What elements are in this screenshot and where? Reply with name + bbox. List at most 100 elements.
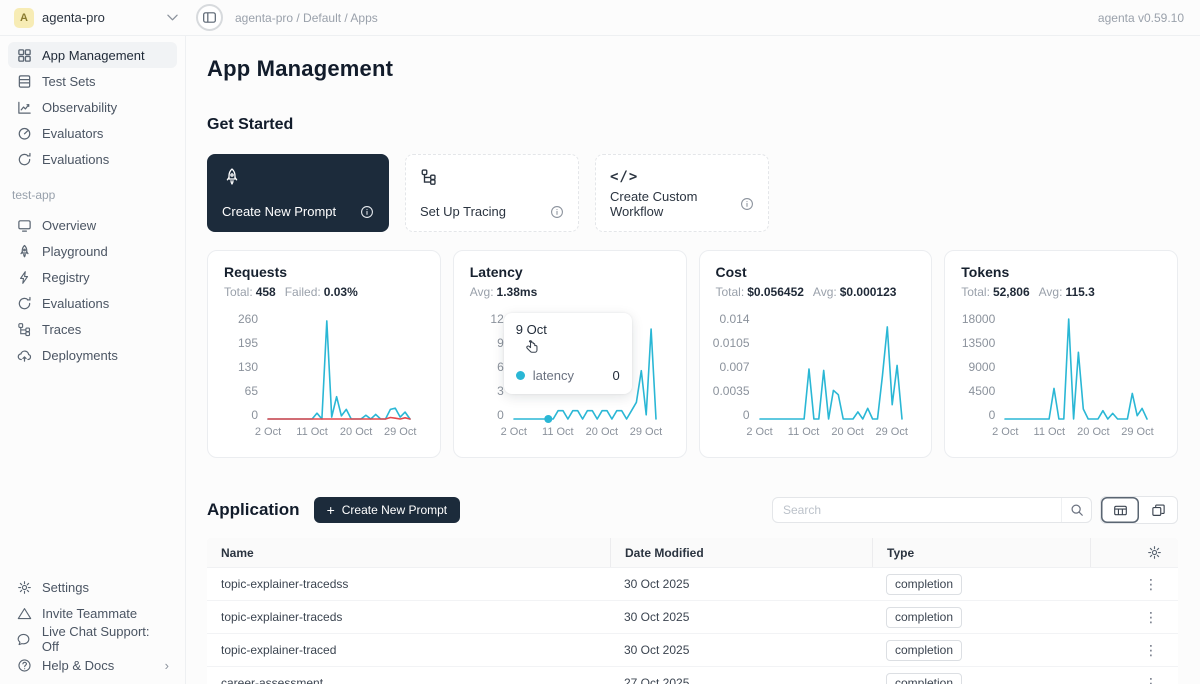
sidebar-item-app-management[interactable]: App Management [8, 42, 177, 68]
sidebar-item-overview[interactable]: Overview [8, 212, 177, 238]
sidebar-item-deployments[interactable]: Deployments [8, 342, 177, 368]
app-name: topic-explainer-traced [207, 643, 610, 657]
sidebar-item-label: Overview [42, 218, 96, 233]
sidebar-item-label: Traces [42, 322, 81, 337]
sidebar-item-help-docs[interactable]: Help & Docs › [8, 652, 177, 678]
type-badge: completion [886, 640, 962, 661]
sidebar-item-registry[interactable]: Registry [8, 264, 177, 290]
grid-icon [16, 48, 32, 63]
latency-chart-card: Latency Avg:1.38ms 129630 2 Oct11 Oct20 … [453, 250, 687, 458]
gauge-icon [16, 126, 32, 141]
workspace-selector[interactable]: A agenta-pro [0, 8, 186, 28]
sidebar-group-label: test-app [8, 172, 177, 212]
tree-icon [420, 167, 564, 187]
table-row[interactable]: topic-explainer-traceds 30 Oct 2025 comp… [207, 601, 1178, 634]
hand-cursor-icon [524, 338, 620, 356]
sidebar-item-label: Observability [42, 100, 117, 115]
code-icon: </> [610, 169, 638, 185]
table-view-icon [1113, 503, 1128, 518]
tooltip-date: 9 Oct [516, 322, 620, 337]
cost-chart-card: Cost Total:$0.056452Avg:$0.000123 0.0140… [699, 250, 933, 458]
breadcrumb[interactable]: agenta-pro / Default / Apps [235, 11, 378, 25]
sidebar-item-observability[interactable]: Observability [8, 94, 177, 120]
create-new-prompt-button[interactable]: + Create New Prompt [314, 497, 461, 523]
series-dot-icon [516, 371, 525, 380]
view-toggle [1100, 496, 1178, 524]
chart-title: Tokens [961, 264, 1161, 280]
bolt-icon [16, 270, 32, 285]
kebab-menu-icon[interactable]: ⋮ [1090, 609, 1178, 626]
search-icon[interactable] [1061, 498, 1091, 522]
sidebar-item-label: App Management [42, 48, 145, 63]
chart-stats: Total:458Failed:0.03% [224, 285, 424, 299]
sidebar-item-label: Deployments [42, 348, 118, 363]
column-header-type: Type [872, 538, 1090, 567]
app-name: topic-explainer-traceds [207, 610, 610, 624]
rocket-icon [16, 244, 32, 259]
table-view-button[interactable] [1101, 497, 1139, 523]
line-chart: 260195130650 2 Oct11 Oct20 Oct29 Oct [224, 312, 424, 422]
date-modified: 27 Oct 2025 [610, 676, 872, 684]
sidebar-item-evaluations-app[interactable]: Evaluations [8, 290, 177, 316]
app-name: topic-explainer-tracedss [207, 577, 610, 591]
sidebar-item-label: Registry [42, 270, 90, 285]
kebab-menu-icon[interactable]: ⋮ [1090, 576, 1178, 593]
sidebar-item-traces[interactable]: Traces [8, 316, 177, 342]
sidebar-item-evaluations[interactable]: Evaluations [8, 146, 177, 172]
sidebar-item-label: Evaluators [42, 126, 103, 141]
get-started-cards: Create New Prompt Set Up Tracing </> Cre… [207, 154, 1178, 232]
sidebar-item-label: Invite Teammate [42, 606, 137, 621]
sidebar-item-playground[interactable]: Playground [8, 238, 177, 264]
info-icon[interactable] [740, 197, 754, 211]
app-version: agenta v0.59.10 [1098, 11, 1184, 25]
tokens-chart-card: Tokens Total:52,806Avg:115.3 18000135009… [944, 250, 1178, 458]
create-new-prompt-card[interactable]: Create New Prompt [207, 154, 389, 232]
application-title: Application [207, 500, 300, 520]
column-header-name: Name [207, 538, 610, 567]
sidebar-item-evaluators[interactable]: Evaluators [8, 120, 177, 146]
get-started-title: Get Started [207, 116, 1178, 134]
gear-icon [16, 580, 32, 595]
panel-toggle-icon [202, 10, 217, 25]
set-up-tracing-card[interactable]: Set Up Tracing [405, 154, 579, 232]
table-header: Name Date Modified Type [207, 538, 1178, 568]
sidebar-item-label: Evaluations [42, 152, 109, 167]
chart-title: Requests [224, 264, 424, 280]
applications-table: Name Date Modified Type topic-explainer-… [207, 538, 1178, 684]
create-custom-workflow-card[interactable]: </> Create Custom Workflow [595, 154, 769, 232]
rocket-icon [222, 167, 374, 187]
topbar: A agenta-pro agenta-pro / Default / Apps… [0, 0, 1200, 36]
workspace-name: agenta-pro [42, 10, 159, 25]
sidebar-collapse-button[interactable] [196, 4, 223, 31]
kebab-menu-icon[interactable]: ⋮ [1090, 642, 1178, 659]
chat-bubble-icon [16, 632, 32, 647]
sidebar-item-label: Evaluations [42, 296, 109, 311]
card-label: Set Up Tracing [420, 204, 506, 219]
table-row[interactable]: topic-explainer-tracedss 30 Oct 2025 com… [207, 568, 1178, 601]
sidebar-item-label: Settings [42, 580, 89, 595]
search-input[interactable] [773, 503, 1061, 517]
gear-icon[interactable] [1147, 545, 1162, 560]
triangle-icon [16, 606, 32, 621]
sidebar-item-test-sets[interactable]: Test Sets [8, 68, 177, 94]
application-header: Application + Create New Prompt [207, 496, 1178, 524]
question-circle-icon [16, 658, 32, 673]
info-icon[interactable] [360, 205, 374, 219]
type-badge: completion [886, 673, 962, 684]
card-view-button[interactable] [1139, 497, 1177, 523]
column-header-actions [1090, 538, 1178, 567]
chevron-right-icon: › [165, 658, 169, 673]
kebab-menu-icon[interactable]: ⋮ [1090, 675, 1178, 684]
sidebar-item-label: Playground [42, 244, 108, 259]
tooltip-value: 0 [613, 368, 620, 383]
info-icon[interactable] [550, 205, 564, 219]
sidebar-item-live-chat-support[interactable]: Live Chat Support: Off [8, 626, 177, 652]
card-view-icon [1151, 503, 1166, 518]
chart-tooltip: 9 Oct latency 0 [504, 313, 632, 394]
cloud-upload-icon [16, 348, 32, 363]
table-row[interactable]: topic-explainer-traced 30 Oct 2025 compl… [207, 634, 1178, 667]
table-row[interactable]: career-assessment 27 Oct 2025 completion… [207, 667, 1178, 684]
sidebar-item-settings[interactable]: Settings [8, 574, 177, 600]
sidebar-item-invite-teammate[interactable]: Invite Teammate [8, 600, 177, 626]
table-icon [16, 74, 32, 89]
